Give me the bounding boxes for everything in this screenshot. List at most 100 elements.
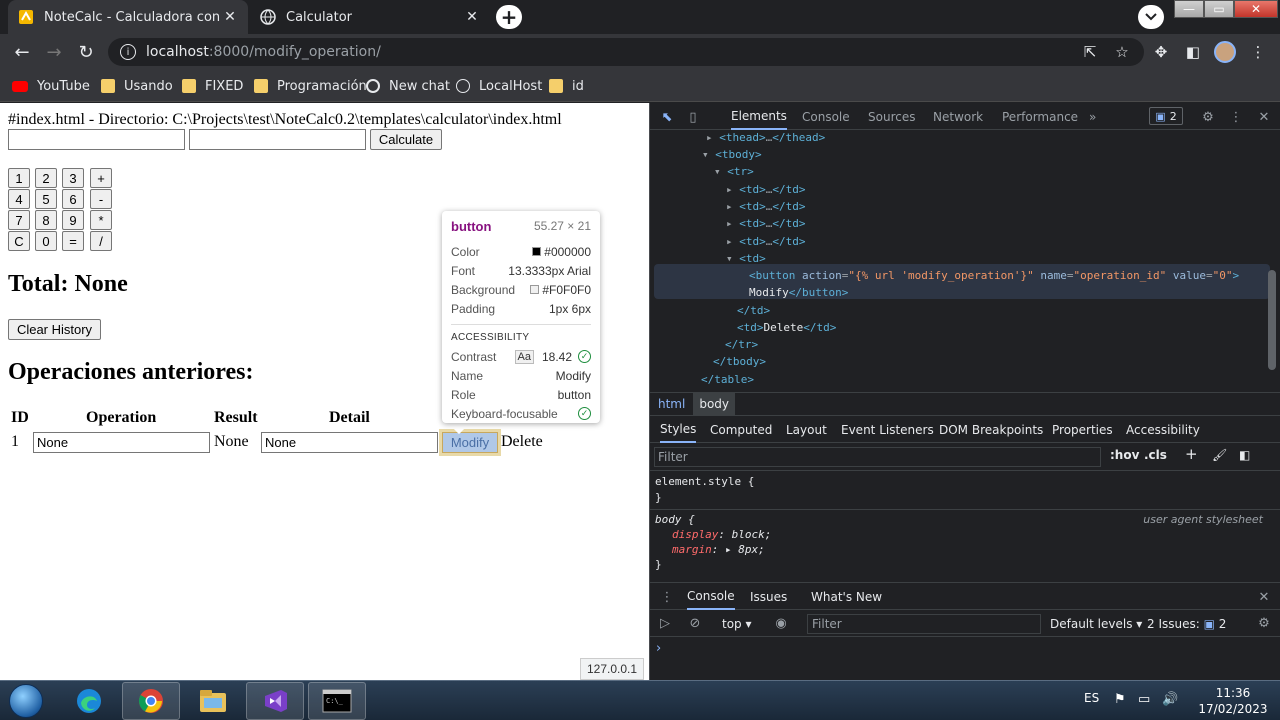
subtab-event-listeners[interactable]: Event Listeners — [841, 417, 934, 443]
styles-filter-input[interactable]: Filter — [654, 447, 1101, 467]
menu-icon[interactable]: ⋮ — [1248, 42, 1268, 62]
settings-gear-icon[interactable]: ⚙ — [1199, 108, 1217, 126]
close-icon[interactable]: ✕ — [1255, 108, 1273, 126]
close-tab-icon[interactable]: ✕ — [464, 9, 480, 25]
key-divide[interactable]: / — [90, 231, 112, 251]
forward-icon[interactable]: → — [42, 40, 66, 64]
body-selector[interactable]: body { — [655, 513, 695, 526]
tab-performance[interactable]: Performance — [1002, 103, 1078, 130]
log-levels-select[interactable]: Default levels ▾ — [1050, 610, 1142, 637]
dom-node-tbody[interactable]: ▾ <tbody> — [702, 146, 762, 163]
key-equals[interactable]: = — [62, 231, 84, 251]
dom-node-td-close[interactable]: </td> — [737, 302, 770, 319]
dom-node-button[interactable]: <button action="{% url 'modify_operation… — [749, 267, 1239, 284]
taskbar-explorer[interactable] — [184, 682, 242, 720]
hov-toggle[interactable]: :hov — [1110, 448, 1139, 462]
sidebar-toggle-icon[interactable]: ◧ — [1239, 448, 1250, 462]
paint-icon[interactable]: 🖌 — [1212, 448, 1227, 462]
dom-node-table-close[interactable]: </table> — [701, 371, 754, 388]
clear-history-button[interactable]: Clear History — [8, 319, 101, 340]
tab-search-button[interactable] — [1138, 5, 1164, 29]
element-style-rule[interactable]: element.style { — [655, 475, 754, 488]
subtab-styles[interactable]: Styles — [660, 417, 697, 443]
key-minus[interactable]: - — [90, 189, 112, 209]
context-select[interactable]: top ▾ — [722, 610, 752, 637]
console-prompt[interactable]: › — [656, 641, 661, 656]
window-close-button[interactable]: ✕ — [1234, 0, 1278, 18]
calculate-button[interactable]: Calculate — [370, 129, 442, 150]
cls-toggle[interactable]: .cls — [1144, 448, 1167, 462]
settings-gear-icon[interactable]: ⚙ — [1255, 614, 1273, 632]
bookmark-localhost[interactable]: LocalHost — [456, 77, 542, 95]
tab-console[interactable]: Console — [802, 103, 850, 130]
key-clear[interactable]: C — [8, 231, 30, 251]
system-clock[interactable]: 11:36 17/02/2023 — [1196, 685, 1270, 717]
drawer-tab-console[interactable]: Console — [687, 583, 735, 610]
issues-badge[interactable]: ▣ 2 — [1149, 107, 1183, 125]
sidebar-toggle-icon[interactable]: ▷ — [656, 614, 674, 632]
bookmark-youtube[interactable]: YouTube — [12, 77, 90, 95]
operation-field[interactable]: None — [33, 432, 210, 453]
key-5[interactable]: 5 — [35, 189, 57, 209]
inspect-element-icon[interactable]: ⬉ — [658, 108, 676, 126]
subtab-accessibility[interactable]: Accessibility — [1126, 417, 1200, 443]
operand-input-1[interactable] — [8, 129, 185, 150]
bookmark-id[interactable]: id — [549, 77, 584, 95]
new-rule-icon[interactable]: + — [1185, 445, 1198, 463]
subtab-computed[interactable]: Computed — [710, 417, 772, 443]
dom-node-tbody-close[interactable]: </tbody> — [713, 353, 766, 370]
taskbar-chrome[interactable] — [122, 682, 180, 720]
console-filter-input[interactable]: Filter — [807, 614, 1041, 634]
dom-node-td-delete[interactable]: <td>Delete</td> — [737, 319, 836, 336]
minimize-button[interactable]: — — [1174, 0, 1204, 18]
bookmark-programacion[interactable]: Programación — [254, 77, 367, 95]
dom-node-tr-close[interactable]: </tr> — [725, 336, 758, 353]
more-tabs-icon[interactable]: » — [1089, 103, 1096, 130]
key-4[interactable]: 4 — [8, 189, 30, 209]
bookmark-usando[interactable]: Usando — [101, 77, 173, 95]
operand-input-2[interactable] — [189, 129, 366, 150]
key-9[interactable]: 9 — [62, 210, 84, 230]
key-plus[interactable]: + — [90, 168, 112, 188]
breadcrumb-body[interactable]: body — [693, 393, 736, 415]
subtab-dom-breakpoints[interactable]: DOM Breakpoints — [939, 417, 1043, 443]
dom-node-thead[interactable]: ▸ <thead>…</thead> — [706, 130, 825, 146]
start-button[interactable] — [4, 683, 48, 719]
tab-calculator[interactable]: Calculator ✕ — [250, 0, 490, 34]
dom-node-td[interactable]: ▸ <td>…</td> — [726, 233, 806, 250]
tab-elements[interactable]: Elements — [731, 103, 787, 130]
bookmark-new-chat[interactable]: New chat — [366, 77, 450, 95]
input-language[interactable]: ES — [1084, 691, 1099, 705]
taskbar-visual-studio[interactable] — [246, 682, 304, 720]
taskbar-edge[interactable] — [60, 682, 118, 720]
drawer-menu-icon[interactable]: ⋮ — [658, 588, 676, 606]
clear-console-icon[interactable]: ⊘ — [686, 614, 704, 632]
taskbar-cmd[interactable]: C:\_ — [308, 682, 366, 720]
key-3[interactable]: 3 — [62, 168, 84, 188]
device-toolbar-icon[interactable]: ▯ — [684, 108, 702, 126]
eye-icon[interactable]: ◉ — [772, 614, 790, 632]
key-2[interactable]: 2 — [35, 168, 57, 188]
delete-link[interactable]: Delete — [501, 433, 543, 451]
key-0[interactable]: 0 — [35, 231, 57, 251]
key-1[interactable]: 1 — [8, 168, 30, 188]
dom-node-td[interactable]: ▸ <td>…</td> — [726, 215, 806, 232]
bookmark-fixed[interactable]: FIXED — [182, 77, 243, 95]
avatar[interactable] — [1214, 41, 1236, 63]
back-icon[interactable]: ← — [10, 40, 34, 64]
info-icon[interactable]: i — [120, 44, 136, 60]
new-tab-button[interactable]: + — [496, 5, 522, 29]
dom-node-tr[interactable]: ▾ <tr> — [714, 163, 754, 180]
dom-scrollbar[interactable] — [1268, 270, 1276, 370]
drawer-tab-whats-new[interactable]: What's New — [811, 583, 882, 610]
subtab-layout[interactable]: Layout — [786, 417, 827, 443]
dom-node-button-text[interactable]: Modify</button> — [749, 284, 848, 301]
volume-icon[interactable]: 🔊 — [1162, 692, 1178, 707]
extensions-icon[interactable]: ✥ — [1151, 42, 1171, 62]
key-multiply[interactable]: * — [90, 210, 112, 230]
detail-field[interactable]: None — [261, 432, 438, 453]
key-6[interactable]: 6 — [62, 189, 84, 209]
dom-node-td[interactable]: ▸ <td>…</td> — [726, 181, 806, 198]
close-tab-icon[interactable]: ✕ — [222, 9, 238, 25]
css-declaration-display[interactable]: display: block; — [672, 528, 771, 541]
